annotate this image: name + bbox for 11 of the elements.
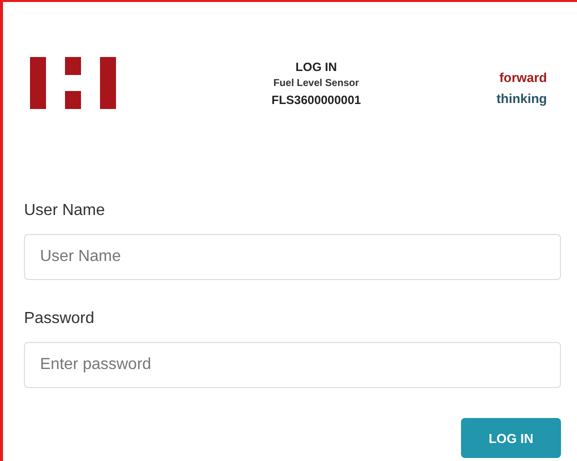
field-label: User Name (24, 202, 106, 220)
serial-number: FLS3600000001 (272, 92, 361, 106)
field-label: Password (24, 310, 96, 328)
tagline-word: thinking (496, 91, 547, 106)
page-title: LOG IN (296, 60, 337, 74)
login-button[interactable]: LOG IN (461, 418, 561, 458)
logo-icon (30, 57, 116, 109)
device-name: Fuel Level Sensor (273, 78, 360, 88)
input-field[interactable]: Enter password (24, 342, 561, 388)
input-field[interactable]: User Name (24, 234, 561, 280)
tagline-word: forward (499, 70, 547, 85)
